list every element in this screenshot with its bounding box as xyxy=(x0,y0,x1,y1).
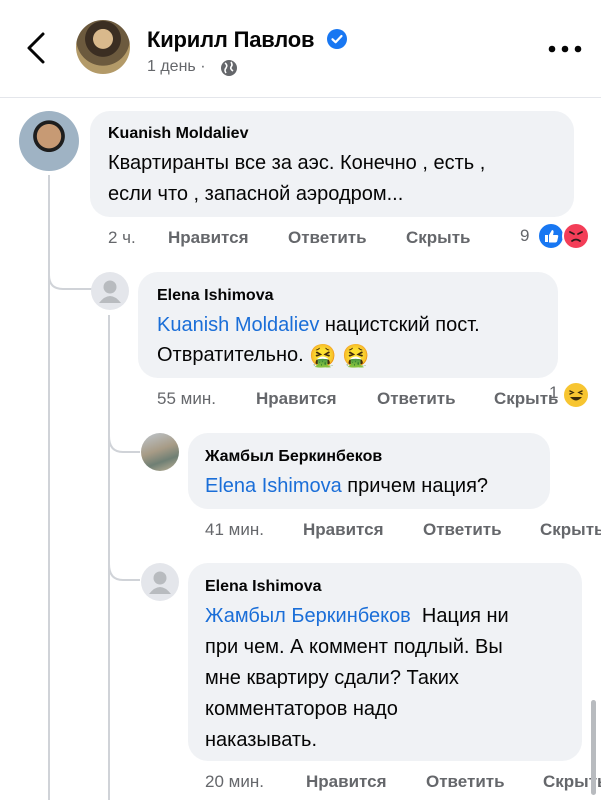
comment-actions: 20 мин. Нравится Ответить Скрыть xyxy=(205,772,601,794)
reply-button[interactable]: Ответить xyxy=(377,389,456,409)
like-button[interactable]: Нравится xyxy=(303,520,384,540)
mention-link[interactable]: Elena Ishimova xyxy=(205,475,342,497)
comment-text-line: Отвратительно. 🤮 🤮 xyxy=(157,340,370,371)
default-user-icon xyxy=(99,280,121,303)
thread-connector xyxy=(108,540,140,581)
comment-text-line: при чем. А коммент подлый. Вы xyxy=(205,636,503,658)
scrollbar[interactable] xyxy=(591,700,596,795)
hide-button[interactable]: Скрыть xyxy=(540,520,601,540)
like-button[interactable]: Нравится xyxy=(256,389,337,409)
post-header: Кирилл Павлов 1 день · xyxy=(0,0,601,96)
globe-icon xyxy=(221,60,237,76)
verified-badge-icon xyxy=(327,29,347,49)
comment-actions: 55 мин. Нравится Ответить Скрыть xyxy=(157,389,577,411)
comment-text-line: мне квартиру сдали? Таких xyxy=(205,667,459,689)
comment-author[interactable]: Kuanish Moldaliev xyxy=(108,125,248,143)
mention-link[interactable]: Жамбыл Беркинбеков xyxy=(205,605,411,627)
reply-button[interactable]: Ответить xyxy=(288,228,367,248)
thread-connector xyxy=(108,412,140,453)
commenter-avatar[interactable] xyxy=(91,272,129,310)
more-options-icon[interactable] xyxy=(547,44,583,54)
post-timestamp: 1 день · xyxy=(147,58,206,75)
comment-author[interactable]: Elena Ishimova xyxy=(157,287,274,305)
comment-time: 2 ч. xyxy=(108,228,136,247)
commenter-avatar[interactable] xyxy=(141,433,179,471)
comment-text-line: Жамбыл Беркинбеков Нация ни xyxy=(205,605,509,627)
reply-button[interactable]: Ответить xyxy=(423,520,502,540)
angry-reaction-icon xyxy=(562,222,590,250)
author-name[interactable]: Кирилл Павлов xyxy=(147,27,315,53)
comment-author[interactable]: Elena Ishimova xyxy=(205,578,322,596)
like-button[interactable]: Нравится xyxy=(168,228,249,248)
comment-author[interactable]: Жамбыл Беркинбеков xyxy=(205,448,382,466)
comment-text-line: Квартиранты все за аэс. Конечно , есть , xyxy=(108,152,486,174)
header-divider xyxy=(0,97,601,98)
nauseated-emoji: 🤮 xyxy=(342,343,370,368)
comment-time: 20 мин. xyxy=(205,772,264,791)
comment-text-line: комментаторов надо xyxy=(205,698,398,720)
comment-text-line: наказывать. xyxy=(205,729,318,751)
like-button[interactable]: Нравится xyxy=(306,772,387,792)
like-reaction-icon xyxy=(537,222,565,250)
author-avatar[interactable] xyxy=(76,20,130,74)
reactions-count[interactable]: 1 xyxy=(549,383,558,403)
comment-actions: 41 мин. Нравится Ответить Скрыть xyxy=(205,520,601,542)
nauseated-emoji: 🤮 xyxy=(309,343,337,368)
hide-button[interactable]: Скрыть xyxy=(406,228,470,248)
commenter-avatar[interactable] xyxy=(141,563,179,601)
default-user-icon xyxy=(149,571,171,594)
comment-text-line: Kuanish Moldaliev нацистский пост. xyxy=(157,314,480,336)
comment-time: 41 мин. xyxy=(205,520,264,539)
back-arrow-icon[interactable] xyxy=(22,30,52,66)
comment-time: 55 мин. xyxy=(157,389,216,408)
comment-text-line: Elena Ishimova причем нация? xyxy=(205,475,489,497)
commenter-avatar[interactable] xyxy=(19,111,79,171)
comment-text-line: если что , запасной аэродром... xyxy=(108,183,404,205)
reactions-count[interactable]: 9 xyxy=(520,226,529,246)
reply-button[interactable]: Ответить xyxy=(426,772,505,792)
laughing-reaction-icon xyxy=(562,381,590,409)
mention-link[interactable]: Kuanish Moldaliev xyxy=(157,314,319,336)
